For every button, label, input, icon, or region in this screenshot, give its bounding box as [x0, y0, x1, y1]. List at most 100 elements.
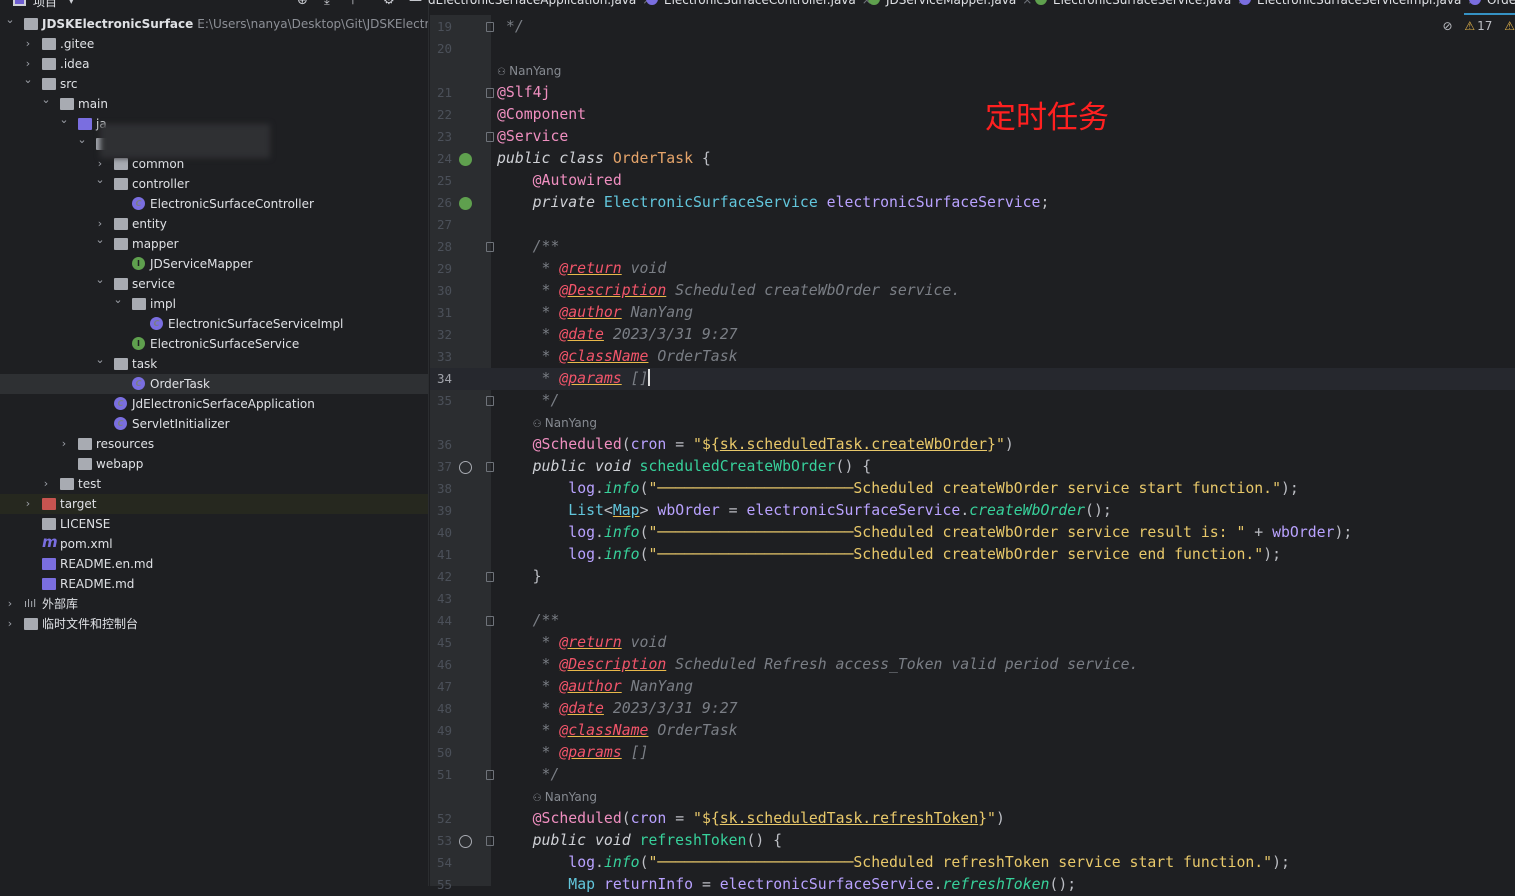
tree-item[interactable]: › resources [0, 434, 428, 454]
code-line[interactable]: 41 log.info("──────────────────────Sched… [430, 544, 1515, 566]
warning-triangle-icon[interactable]: ⚠ [1464, 19, 1475, 33]
chevron-down-icon[interactable]: ⌄ [58, 110, 70, 130]
chevron-right-icon[interactable]: › [40, 474, 52, 494]
locate-icon[interactable]: ⊕ [297, 0, 308, 8]
code-line[interactable]: 38 log.info("──────────────────────Sched… [430, 478, 1515, 500]
project-panel-title[interactable]: 项目 [33, 0, 57, 10]
code-line[interactable]: 42 } [430, 566, 1515, 588]
fold-marker-icon[interactable] [486, 22, 494, 32]
tree-item[interactable]: I JDServiceMapper [0, 254, 428, 274]
expand-all-icon[interactable]: ⤒ [350, 0, 356, 8]
schedule-clock-icon[interactable] [459, 835, 472, 848]
tree-item[interactable]: › ılıl 外部库 [0, 594, 428, 614]
code-line[interactable]: 46 * @Description Scheduled Refresh acce… [430, 654, 1515, 676]
tree-item[interactable]: ⌄ controller [0, 173, 428, 194]
tab-jdelectronicserfaceapplication[interactable]: dElectronicSerfaceApplication.java× [428, 0, 652, 7]
code-line[interactable]: 44 /** [430, 610, 1515, 632]
tree-item[interactable]: LICENSE [0, 514, 428, 534]
fold-marker-icon[interactable] [486, 396, 494, 406]
code-line[interactable]: 47 * @author NanYang [430, 676, 1515, 698]
code-line[interactable]: 28 /** [430, 236, 1515, 258]
code-line[interactable]: 52 @Scheduled(cron = "${sk.scheduledTask… [430, 808, 1515, 830]
code-line[interactable]: 19 */ [430, 16, 1515, 38]
code-line[interactable]: 49 * @className OrderTask [430, 720, 1515, 742]
gear-icon[interactable]: ⚙ [383, 0, 395, 8]
tab-electronicsurfacecontroller[interactable]: ElectronicSurfaceController.java × [646, 0, 872, 7]
tab-ordertask[interactable]: OrderTask.java [1469, 0, 1515, 7]
fold-marker-icon[interactable] [486, 572, 494, 582]
tree-item[interactable]: C JdElectronicSerfaceApplication [0, 394, 428, 414]
tree-item[interactable]: ⌄ src [0, 73, 428, 94]
code-line[interactable]: 25 @Autowired [430, 170, 1515, 192]
code-line[interactable]: 26 private ElectronicSurfaceService elec… [430, 192, 1515, 214]
code-line[interactable]: 27 [430, 214, 1515, 236]
weak-warning-icon[interactable]: ⚠ [1504, 19, 1515, 33]
chevron-down-icon[interactable]: ⌄ [94, 350, 106, 370]
chevron-right-icon[interactable]: › [58, 434, 70, 454]
chevron-right-icon[interactable]: › [22, 34, 34, 54]
tree-item[interactable]: › test [0, 474, 428, 494]
fold-marker-icon[interactable] [486, 242, 494, 252]
tree-item[interactable]: › target [0, 494, 428, 514]
code-line[interactable]: 50 * @params [] [430, 742, 1515, 764]
fold-marker-icon[interactable] [486, 88, 494, 98]
tree-item[interactable]: › entity [0, 214, 428, 234]
tree-item[interactable]: ⌄ task [0, 353, 428, 374]
chevron-right-icon[interactable]: › [22, 494, 34, 514]
code-line[interactable]: 22 @Component [430, 104, 1515, 126]
code-line[interactable]: 48 * @date 2023/3/31 9:27 [430, 698, 1515, 720]
chevron-down-icon[interactable]: ⌄ [94, 230, 106, 250]
tree-item[interactable]: › .idea [0, 54, 428, 74]
chevron-down-icon[interactable]: ⌄ [112, 290, 124, 310]
fold-marker-icon[interactable] [486, 462, 494, 472]
chevron-down-icon[interactable]: ⌄ [76, 130, 88, 150]
chevron-down-icon[interactable]: ⌄ [94, 170, 106, 190]
spring-bean-icon[interactable] [459, 153, 472, 166]
chevron-down-icon[interactable]: ⌄ [4, 10, 16, 30]
code-line[interactable]: 40 log.info("──────────────────────Sched… [430, 522, 1515, 544]
code-line[interactable]: 35 */ [430, 390, 1515, 412]
code-line[interactable]: 34 * @params [] [430, 368, 1515, 390]
minimize-icon[interactable]: — [409, 0, 422, 8]
reader-mode-eye-crossed-icon[interactable]: ⊘ [1442, 19, 1452, 33]
tree-item[interactable]: I ElectronicSurfaceService [0, 334, 428, 354]
fold-marker-icon[interactable] [486, 616, 494, 626]
chevron-right-icon[interactable]: › [4, 594, 16, 614]
code-line[interactable]: 32 * @date 2023/3/31 9:27 [430, 324, 1515, 346]
tree-item[interactable]: ⌄ service [0, 273, 428, 294]
tree-item[interactable]: webapp [0, 454, 428, 474]
tree-item[interactable]: m pom.xml [0, 534, 428, 554]
tree-item[interactable]: C ElectronicSurfaceController [0, 194, 428, 214]
code-line[interactable]: 24 public class OrderTask { [430, 148, 1515, 170]
tab-electronicsurfaceserviceimpl[interactable]: ElectronicSurfaceServiceImpl.java× [1239, 0, 1477, 7]
code-line[interactable]: 21 @Slf4j [430, 82, 1515, 104]
chevron-down-icon[interactable]: ⌄ [40, 90, 52, 110]
code-line[interactable]: 53 public void refreshToken() { [430, 830, 1515, 852]
tree-item[interactable]: › 临时文件和控制台 [0, 614, 428, 634]
code-line[interactable]: 51 */ [430, 764, 1515, 786]
chevron-down-icon[interactable]: ⌄ [22, 70, 34, 90]
tree-item[interactable]: ⌄ impl [0, 293, 428, 314]
code-line[interactable]: 45 * @return void [430, 632, 1515, 654]
code-line[interactable]: 37 public void scheduledCreateWbOrder() … [430, 456, 1515, 478]
collapse-all-icon[interactable]: ⤓ [324, 0, 330, 8]
tree-item[interactable]: C OrderTask [0, 374, 428, 394]
tab-jdservicemapper[interactable]: JDServiceMapper.java × [868, 0, 1032, 7]
tab-electronicsurfaceservice[interactable]: ElectronicSurfaceService.java× [1035, 0, 1247, 7]
tree-item[interactable]: ⌄ mapper [0, 233, 428, 254]
code-line[interactable]: 29 * @return void [430, 258, 1515, 280]
tree-item[interactable]: ⌄ JDSKElectronicSurface E:\Users\nanya\Des… [0, 13, 428, 34]
tree-item[interactable]: README.md [0, 574, 428, 594]
spring-bean-icon[interactable] [459, 197, 472, 210]
tree-item[interactable]: › .gitee [0, 34, 428, 54]
schedule-clock-icon[interactable] [459, 461, 472, 474]
code-line[interactable]: 39 List<Map> wbOrder = electronicSurface… [430, 500, 1515, 522]
warning-count[interactable]: 17 [1477, 19, 1492, 33]
fold-marker-icon[interactable] [486, 770, 494, 780]
tree-item[interactable]: C ElectronicSurfaceServiceImpl [0, 314, 428, 334]
tree-item[interactable]: README.en.md [0, 554, 428, 574]
code-line[interactable]: 20 [430, 38, 1515, 60]
tree-item[interactable]: C ServletInitializer [0, 414, 428, 434]
code-line[interactable]: 43 [430, 588, 1515, 610]
code-line[interactable]: 31 * @author NanYang [430, 302, 1515, 324]
